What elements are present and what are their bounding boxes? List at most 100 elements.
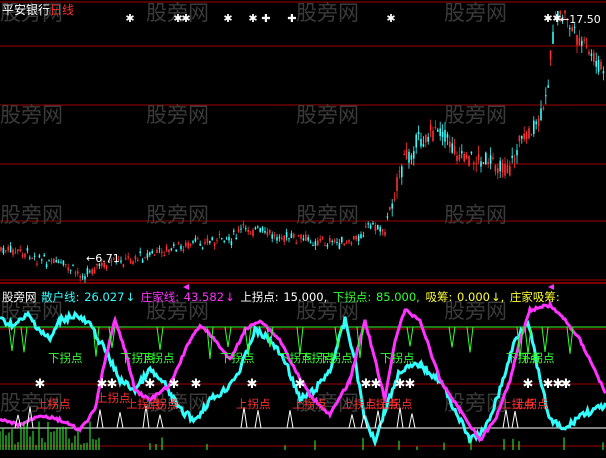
candle-body: [84, 276, 86, 280]
candle-body: [273, 235, 276, 237]
candle-body: [549, 50, 552, 60]
candle-body: [48, 260, 50, 262]
candle-body: [86, 268, 89, 275]
low-price-label: ←6.71: [86, 252, 120, 265]
candle-body: [254, 227, 257, 229]
down-turn-label: 下拐点: [140, 351, 175, 365]
candle-body: [396, 177, 398, 191]
candle-body: [345, 242, 348, 244]
candle-body: [341, 236, 343, 243]
candle-body: [602, 71, 605, 74]
candle-body: [365, 226, 367, 228]
candle-body: [485, 152, 487, 165]
candle-body: [132, 261, 134, 264]
candle-body: [225, 238, 228, 240]
candle-body: [0, 247, 2, 251]
candle-body: [230, 241, 233, 246]
signal-star: ✱: [191, 377, 202, 392]
candle-body: [401, 166, 403, 178]
watermark: 股旁网: [444, 103, 507, 127]
candle-body: [489, 155, 492, 164]
candle-body: [509, 165, 511, 176]
candle-body: [374, 225, 377, 232]
signal-star: ✱: [561, 377, 572, 392]
candle-body: [173, 244, 175, 246]
candle-body: [14, 251, 17, 253]
candle-body: [43, 254, 45, 257]
candle-body: [518, 135, 521, 142]
signal-star: ✱: [107, 377, 118, 392]
candle-body: [413, 151, 415, 159]
candle-body: [521, 135, 523, 139]
down-turn-label: 下拐点: [318, 351, 353, 365]
candle-body: [187, 242, 189, 248]
candle-body: [182, 249, 185, 252]
candle-body: [93, 269, 96, 274]
candle-body: [283, 235, 285, 242]
candle-body: [213, 243, 216, 246]
candle-body: [432, 130, 434, 141]
candle-body: [331, 240, 333, 242]
candle-body: [161, 251, 163, 253]
candle-body: [576, 34, 578, 45]
down-turn-label: 下拐点: [48, 351, 83, 365]
candle-body: [276, 237, 278, 241]
signal-star: ✱: [247, 377, 258, 392]
legend-down-turn: 下拐点: 85.000,: [332, 290, 420, 304]
candle-body: [389, 206, 391, 210]
candle-body: [233, 230, 235, 232]
candle-body: [5, 250, 7, 252]
candle-body: [403, 154, 405, 156]
candle-body: [333, 240, 336, 243]
top-signal-mark: ✚: [287, 12, 296, 25]
up-turn-label: 上拐点: [236, 397, 271, 411]
candle-body: [578, 37, 581, 46]
candle-body: [571, 27, 573, 32]
candle-body: [343, 243, 345, 245]
candle-body: [525, 132, 528, 140]
candle-body: [451, 143, 453, 153]
candle-body: [60, 262, 62, 264]
candle-body: [127, 256, 129, 258]
candle-body: [21, 254, 24, 257]
signal-star: ✱: [371, 377, 382, 392]
candle-body: [120, 260, 122, 263]
watermark: 股旁网: [296, 103, 359, 127]
candle-body: [144, 257, 146, 259]
candle-body: [197, 238, 199, 240]
candle-body: [492, 157, 494, 159]
candle-body: [477, 153, 480, 160]
candle-body: [434, 126, 437, 128]
candle-body: [439, 128, 441, 136]
down-turn-label: 下拐点: [380, 351, 415, 365]
candle-body: [453, 146, 456, 154]
candle-body: [420, 138, 422, 147]
candle-body: [391, 203, 393, 209]
top-signal-mark: ✱: [386, 12, 395, 25]
candle-body: [165, 246, 168, 251]
candle-body: [12, 249, 14, 255]
candle-body: [240, 228, 242, 230]
candle-body: [588, 51, 590, 55]
candle-body: [458, 154, 461, 160]
down-turn-label: 下拐点: [220, 351, 255, 365]
candle-body: [259, 228, 261, 233]
candle-body: [194, 238, 197, 242]
candle-body: [513, 159, 516, 161]
candle-body: [497, 168, 499, 174]
candle-body: [595, 60, 597, 67]
candle-body: [33, 255, 36, 257]
watermark: 股旁网: [296, 203, 359, 227]
candle-body: [122, 264, 125, 267]
candle-body: [357, 236, 360, 242]
watermark: 股旁网: [0, 103, 63, 127]
chart-canvas[interactable]: 股旁网 股旁网 股旁网 股旁网股旁网 股旁网 股旁网 股旁网股旁网 股旁网 股旁网 股旁网股旁网股…: [0, 0, 606, 458]
candle-body: [487, 161, 489, 164]
candle-body: [499, 160, 501, 172]
candle-body: [537, 118, 540, 126]
candle-body: [530, 133, 533, 135]
candle-body: [501, 163, 504, 173]
candle-body: [137, 259, 139, 261]
candle-body: [581, 40, 583, 46]
candle-body: [362, 235, 365, 237]
